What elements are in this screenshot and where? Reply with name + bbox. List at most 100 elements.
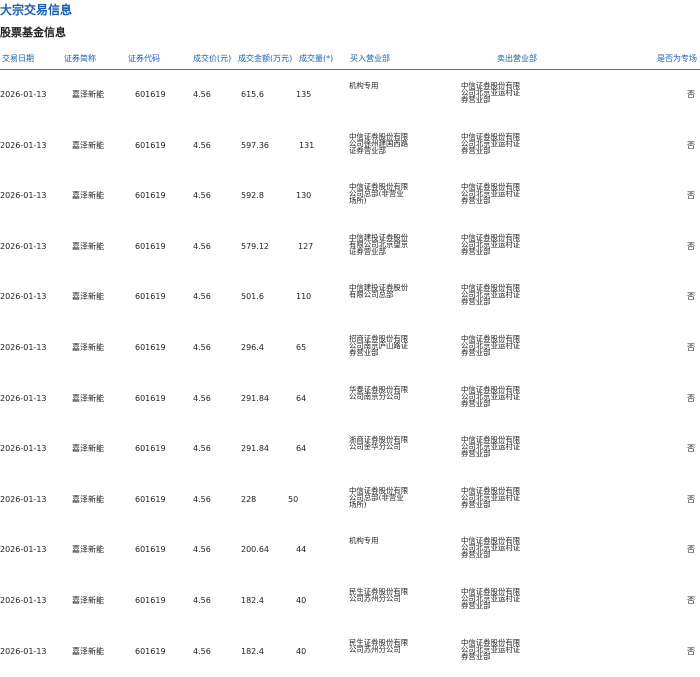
- cell-buyer: 中信建投证券股份有限公司总部: [349, 283, 409, 300]
- cell-amount: 579.12: [241, 241, 269, 251]
- column-header-name[interactable]: 证券简称: [64, 54, 96, 64]
- cell-seller: 中信证券股份有限公司北京亚运村证券营业部: [461, 283, 521, 307]
- cell-amount: 597.36: [241, 140, 269, 150]
- cell-volume: 64: [296, 444, 307, 454]
- cell-name: 嘉泽新能: [72, 241, 104, 251]
- table-row[interactable]: 2026-01-13 嘉泽新能 601619 4.56 200.64 44 机构专用 中信证券…: [0, 537, 700, 587]
- column-header-buyer[interactable]: 买入营业部: [350, 54, 390, 64]
- cell-date: 2026-01-13: [0, 292, 47, 302]
- column-header-volume[interactable]: 成交量(*): [299, 54, 333, 64]
- cell-price: 4.56: [193, 646, 211, 656]
- table-row[interactable]: 2026-01-13 嘉泽新能 601619 4.56 182.4 40 民生证券股份有限公…: [0, 637, 700, 677]
- cell-price: 4.56: [193, 393, 211, 403]
- column-header-price[interactable]: 成交价(元): [193, 54, 231, 64]
- cell-buyer: 中信证券股份有限公司总部(非营业场所): [349, 182, 409, 206]
- cell-special: 否: [687, 596, 695, 605]
- cell-amount: 615.6: [241, 90, 264, 99]
- cell-code: 601619: [135, 596, 166, 605]
- cell-name: 嘉泽新能: [72, 90, 104, 99]
- cell-buyer: 浙商证券股份有限公司金华分公司: [349, 435, 409, 452]
- cell-amount: 228: [241, 494, 257, 504]
- cell-seller: 中信证券股份有限公司北京亚运村证券营业部: [461, 384, 521, 408]
- cell-amount: 592.8: [241, 191, 264, 201]
- table-row[interactable]: 2026-01-13 嘉泽新能 601619 4.56 291.84 64 华泰证券股份有限…: [0, 384, 700, 436]
- cell-seller: 中信证券股份有限公司北京亚运村证券营业部: [461, 81, 521, 104]
- cell-name: 嘉泽新能: [72, 444, 104, 454]
- cell-price: 4.56: [193, 292, 211, 302]
- cell-date: 2026-01-13: [0, 241, 47, 251]
- column-header-amount[interactable]: 成交金额(万元): [238, 54, 292, 64]
- cell-special: 否: [687, 545, 695, 555]
- table-row[interactable]: 2026-01-13 嘉泽新能 601619 4.56 501.6 110 中信建投证券股份…: [0, 284, 700, 334]
- block-trade-page: 大宗交易信息 股票基金信息 交易日期 证券简称 证券代码 成交价(元) 成交金额…: [0, 0, 700, 677]
- table-row[interactable]: 2026-01-13 嘉泽新能 601619 4.56 291.84 64 浙商证券股份有限…: [0, 436, 700, 486]
- table-row[interactable]: 2026-01-13 嘉泽新能 601619 4.56 228 50 中信证券股份有限公司总…: [0, 487, 700, 537]
- column-header-special[interactable]: 是否为专场: [657, 54, 697, 64]
- table-row[interactable]: 2026-01-13 嘉泽新能 601619 4.56 182.4 40 民生证券股份有限公…: [0, 588, 700, 638]
- cell-seller: 中信证券股份有限公司北京亚运村证券营业部: [461, 536, 521, 560]
- cell-volume: 131: [299, 140, 315, 150]
- cell-volume: 50: [288, 494, 299, 504]
- cell-seller: 中信证券股份有限公司北京亚运村证券营业部: [461, 334, 521, 357]
- table-row[interactable]: 2026-01-13 嘉泽新能 601619 4.56 615.6 135 机构专用 中信证券…: [0, 82, 700, 132]
- cell-amount: 291.84: [241, 444, 269, 454]
- cell-amount: 182.4: [241, 646, 264, 656]
- cell-special: 否: [687, 241, 695, 251]
- page-title: 大宗交易信息: [0, 3, 73, 17]
- cell-date: 2026-01-13: [0, 140, 47, 150]
- cell-price: 4.56: [193, 140, 211, 150]
- cell-date: 2026-01-13: [0, 646, 47, 656]
- cell-name: 嘉泽新能: [72, 191, 104, 201]
- cell-special: 否: [687, 191, 695, 201]
- cell-date: 2026-01-13: [0, 596, 47, 605]
- column-header-date[interactable]: 交易日期: [2, 54, 34, 64]
- cell-seller: 中信证券股份有限公司北京亚运村证券营业部: [461, 485, 521, 509]
- cell-date: 2026-01-13: [0, 494, 47, 504]
- cell-seller: 中信证券股份有限公司北京亚运村证券营业部: [461, 232, 521, 256]
- table-row[interactable]: 2026-01-13 嘉泽新能 601619 4.56 579.12 127 中信建投证券股…: [0, 234, 700, 284]
- cell-buyer: 中信建投证券股份有限公司北京望京证券营业部: [349, 232, 409, 256]
- cell-special: 否: [687, 292, 695, 302]
- cell-code: 601619: [135, 545, 166, 555]
- cell-special: 否: [687, 90, 695, 99]
- cell-buyer: 中信证券股份有限公司总部(非营业场所): [349, 485, 409, 509]
- cell-amount: 296.4: [241, 343, 264, 352]
- table-row[interactable]: 2026-01-13 嘉泽新能 601619 4.56 296.4 65 招商证券股份有限公…: [0, 335, 700, 385]
- table-row[interactable]: 2026-01-13 嘉泽新能 601619 4.56 592.8 130 中信证券股份有限…: [0, 183, 700, 233]
- cell-special: 否: [687, 140, 695, 150]
- cell-volume: 135: [296, 90, 312, 99]
- table-row[interactable]: 2026-01-13 嘉泽新能 601619 4.56 597.36 131 中信证券股份有…: [0, 131, 700, 183]
- cell-code: 601619: [135, 494, 166, 504]
- cell-volume: 44: [296, 545, 307, 555]
- cell-code: 601619: [135, 241, 166, 251]
- cell-price: 4.56: [193, 596, 211, 605]
- cell-name: 嘉泽新能: [72, 545, 104, 555]
- cell-name: 嘉泽新能: [72, 140, 104, 150]
- cell-name: 嘉泽新能: [72, 343, 104, 352]
- cell-seller: 中信证券股份有限公司北京亚运村证券营业部: [461, 435, 521, 459]
- cell-price: 4.56: [193, 191, 211, 201]
- cell-buyer: 机构专用: [349, 536, 379, 546]
- cell-special: 否: [687, 444, 695, 454]
- cell-amount: 182.4: [241, 596, 264, 605]
- cell-buyer: 华泰证券股份有限公司南京分公司: [349, 384, 409, 401]
- cell-buyer: 民生证券股份有限公司苏州分公司: [349, 587, 409, 603]
- cell-date: 2026-01-13: [0, 444, 47, 454]
- cell-code: 601619: [135, 90, 166, 99]
- cell-seller: 中信证券股份有限公司北京亚运村证券营业部: [461, 131, 521, 155]
- cell-special: 否: [687, 343, 695, 352]
- cell-seller: 中信证券股份有限公司北京亚运村证券营业部: [461, 182, 521, 206]
- cell-special: 否: [687, 393, 695, 403]
- cell-date: 2026-01-13: [0, 545, 47, 555]
- cell-date: 2026-01-13: [0, 191, 47, 201]
- cell-seller: 中信证券股份有限公司北京亚运村证券营业部: [461, 637, 521, 661]
- section-title: 股票基金信息: [0, 26, 66, 39]
- column-header-code[interactable]: 证券代码: [128, 54, 160, 64]
- column-header-seller[interactable]: 卖出营业部: [497, 54, 537, 64]
- cell-volume: 127: [298, 241, 314, 251]
- cell-price: 4.56: [193, 343, 211, 352]
- cell-code: 601619: [135, 393, 166, 403]
- cell-code: 601619: [135, 646, 166, 656]
- cell-name: 嘉泽新能: [72, 292, 104, 302]
- cell-price: 4.56: [193, 241, 211, 251]
